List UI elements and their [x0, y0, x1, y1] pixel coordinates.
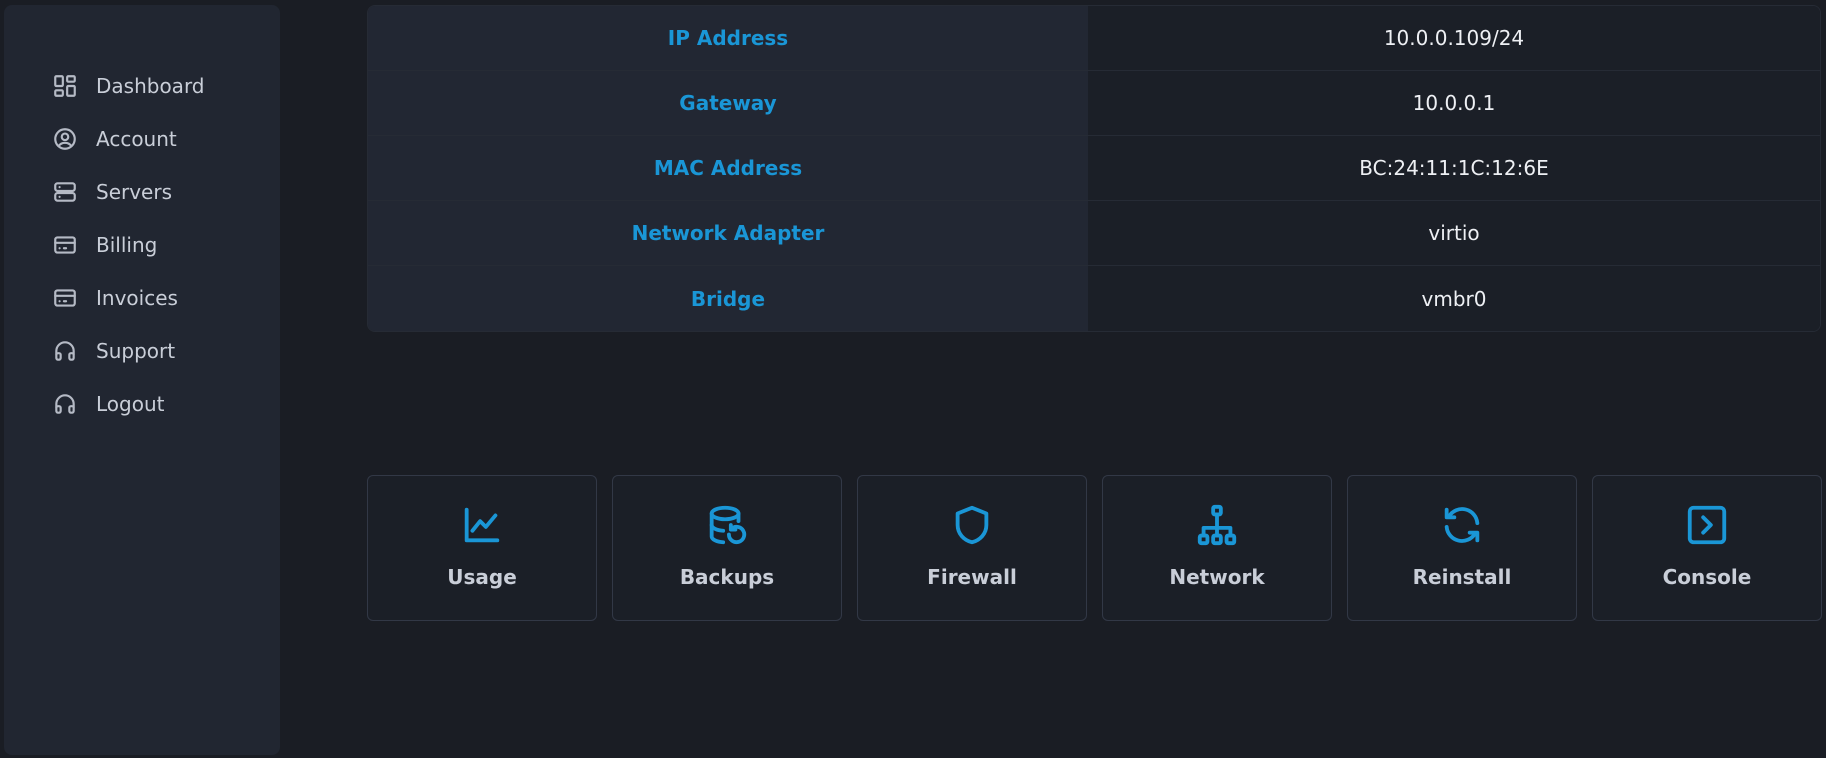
table-row: Gateway 10.0.0.1	[368, 71, 1820, 136]
shield-icon	[949, 501, 995, 549]
sidebar-item-billing[interactable]: Billing	[4, 218, 280, 271]
backups-button[interactable]: Backups	[612, 475, 842, 621]
action-label: Usage	[447, 565, 517, 589]
gateway-value: 10.0.0.1	[1088, 71, 1820, 135]
bridge-value: vmbr0	[1088, 266, 1820, 331]
ip-address-label: IP Address	[368, 6, 1088, 70]
database-restore-icon	[704, 501, 750, 549]
credit-card-icon	[52, 232, 78, 258]
reinstall-button[interactable]: Reinstall	[1347, 475, 1577, 621]
table-row: IP Address 10.0.0.109/24	[368, 6, 1820, 71]
table-row: Bridge vmbr0	[368, 266, 1820, 331]
sidebar: Dashboard Account Servers Billing Invoic…	[4, 5, 280, 755]
credit-card-icon	[52, 285, 78, 311]
mac-address-value: BC:24:11:1C:12:6E	[1088, 136, 1820, 200]
network-adapter-label: Network Adapter	[368, 201, 1088, 265]
network-button[interactable]: Network	[1102, 475, 1332, 621]
chart-line-icon	[459, 501, 505, 549]
sidebar-item-support[interactable]: Support	[4, 324, 280, 377]
sidebar-item-account[interactable]: Account	[4, 112, 280, 165]
sidebar-item-servers[interactable]: Servers	[4, 165, 280, 218]
sidebar-item-logout[interactable]: Logout	[4, 377, 280, 430]
headphones-icon	[52, 338, 78, 364]
terminal-icon	[1684, 501, 1730, 549]
table-row: Network Adapter virtio	[368, 201, 1820, 266]
user-circle-icon	[52, 126, 78, 152]
gateway-label: Gateway	[368, 71, 1088, 135]
server-icon	[52, 179, 78, 205]
action-label: Firewall	[927, 565, 1017, 589]
sidebar-item-invoices[interactable]: Invoices	[4, 271, 280, 324]
table-row: MAC Address BC:24:11:1C:12:6E	[368, 136, 1820, 201]
network-icon	[1194, 501, 1240, 549]
ip-address-value: 10.0.0.109/24	[1088, 6, 1820, 70]
sidebar-item-label: Support	[96, 338, 176, 363]
server-actions: Usage Backups Firewall Network Reinstall…	[367, 475, 1822, 621]
action-label: Network	[1169, 565, 1265, 589]
headphones-icon	[52, 391, 78, 417]
sidebar-item-label: Servers	[96, 179, 173, 204]
action-label: Console	[1662, 565, 1752, 589]
refresh-icon	[1439, 501, 1485, 549]
dashboard-icon	[52, 73, 78, 99]
sidebar-item-dashboard[interactable]: Dashboard	[4, 59, 280, 112]
bridge-label: Bridge	[368, 266, 1088, 331]
network-adapter-value: virtio	[1088, 201, 1820, 265]
sidebar-nav: Dashboard Account Servers Billing Invoic…	[4, 5, 280, 430]
sidebar-item-label: Billing	[96, 232, 158, 257]
action-label: Reinstall	[1412, 565, 1512, 589]
sidebar-item-label: Logout	[96, 391, 165, 416]
console-button[interactable]: Console	[1592, 475, 1822, 621]
network-info-table: IP Address 10.0.0.109/24 Gateway 10.0.0.…	[367, 5, 1821, 332]
mac-address-label: MAC Address	[368, 136, 1088, 200]
sidebar-item-label: Dashboard	[96, 73, 205, 98]
action-label: Backups	[679, 565, 775, 589]
sidebar-item-label: Invoices	[96, 285, 178, 310]
firewall-button[interactable]: Firewall	[857, 475, 1087, 621]
usage-button[interactable]: Usage	[367, 475, 597, 621]
sidebar-item-label: Account	[96, 126, 177, 151]
